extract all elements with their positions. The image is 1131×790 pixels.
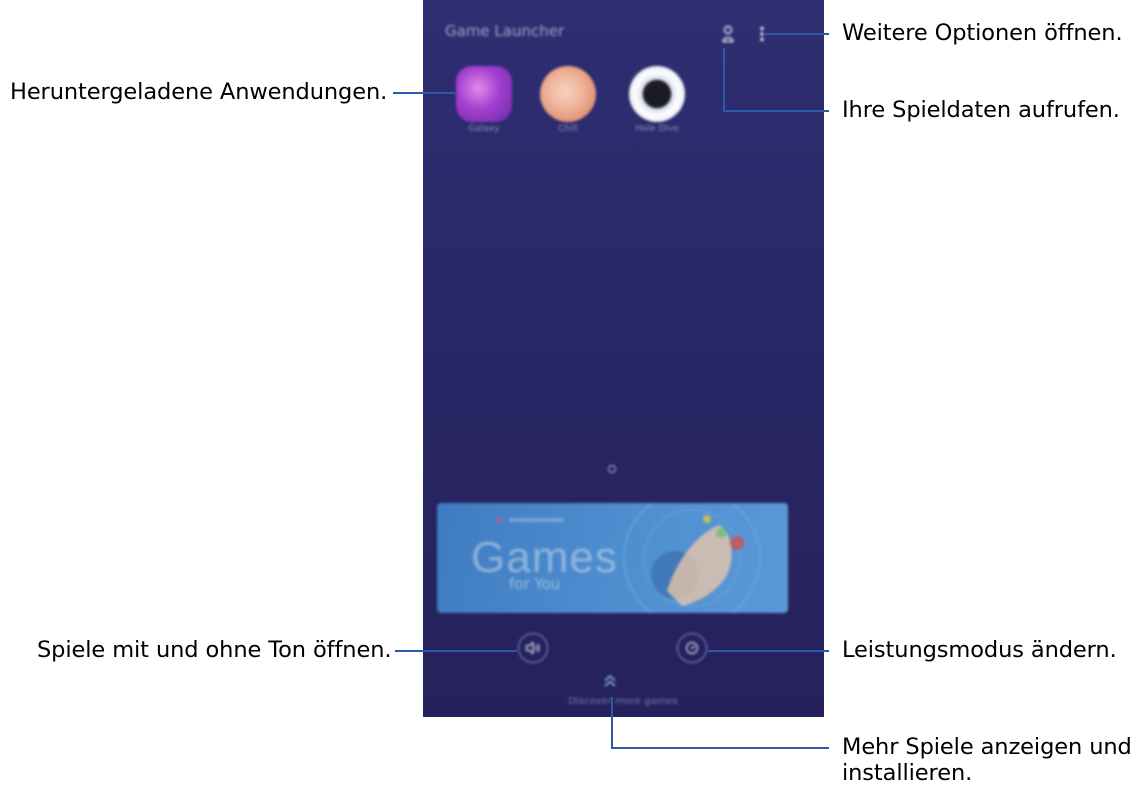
callout-line-game-data bbox=[723, 110, 829, 112]
callout-line-more-options bbox=[763, 33, 829, 35]
callout-more-options: Weitere Optionen öffnen. bbox=[842, 20, 1123, 46]
more-options-icon[interactable] bbox=[759, 26, 765, 46]
speaker-icon bbox=[525, 641, 540, 655]
app-label-chill: Chill bbox=[558, 124, 578, 134]
callout-discover-line2: installieren. bbox=[842, 760, 973, 786]
galaxy-game-icon[interactable] bbox=[456, 66, 512, 122]
hole-dive-game-icon[interactable] bbox=[629, 66, 685, 122]
performance-mode-icon bbox=[685, 641, 699, 655]
app-label-hole-dive: Hole Dive bbox=[635, 124, 679, 134]
games-for-you-banner[interactable]: Games for You bbox=[437, 503, 788, 613]
callout-sound: Spiele mit und ohne Ton öffnen. bbox=[37, 637, 392, 663]
chill-game-icon[interactable] bbox=[540, 66, 596, 122]
discover-more-games-label[interactable]: Discover more games bbox=[523, 696, 723, 707]
page-indicator-dot bbox=[608, 465, 616, 473]
callout-line-downloaded-apps bbox=[393, 92, 455, 94]
callout-line-game-data-vertical bbox=[723, 48, 725, 112]
chevron-up-icon[interactable] bbox=[603, 674, 617, 691]
callout-line-discover bbox=[611, 747, 829, 749]
game-launcher-screen: Game Launcher Galaxy Chill Hole Dive Gam… bbox=[423, 0, 824, 717]
sound-toggle-button[interactable] bbox=[518, 633, 548, 663]
callout-performance: Leistungsmodus ändern. bbox=[842, 637, 1117, 663]
callout-line-sound bbox=[395, 650, 517, 652]
banner-subtitle: for You bbox=[509, 575, 561, 593]
app-title: Game Launcher bbox=[445, 22, 565, 40]
callout-downloaded-apps: Heruntergeladene Anwendungen. bbox=[10, 79, 388, 105]
profile-icon[interactable] bbox=[722, 25, 734, 47]
performance-mode-button[interactable] bbox=[677, 633, 707, 663]
callout-game-data: Ihre Spieldaten aufrufen. bbox=[842, 97, 1120, 123]
app-label-galaxy: Galaxy bbox=[468, 124, 500, 134]
callout-line-performance bbox=[708, 650, 829, 652]
callout-line-discover-vertical bbox=[611, 697, 613, 749]
